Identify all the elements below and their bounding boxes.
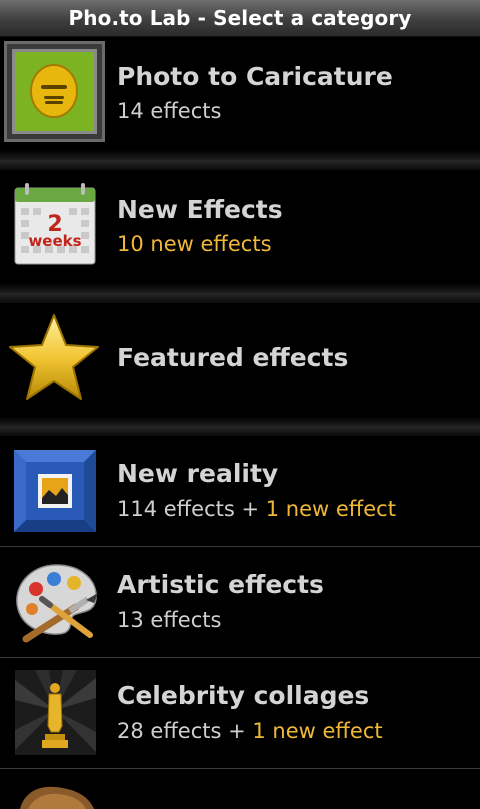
category-subtitle: 114 effects + 1 new effect <box>117 497 396 521</box>
effects-count: 14 effects <box>117 99 222 123</box>
category-celebrity-collages[interactable]: Celebrity collages 28 effects + 1 new ef… <box>0 658 480 768</box>
category-subtitle: 14 effects <box>117 99 221 123</box>
section-divider <box>0 283 480 303</box>
window-title: Pho.to Lab - Select a category <box>68 6 412 30</box>
category-artistic-effects[interactable]: Artistic effects 13 effects <box>0 547 480 657</box>
category-subtitle: 10 new effects <box>117 232 272 256</box>
effects-count: 114 effects <box>117 497 235 521</box>
category-new-reality[interactable]: New reality 114 effects + 1 new effect <box>0 436 480 546</box>
new-effects-count: 1 new effect <box>265 497 396 521</box>
title-bar: Pho.to Lab - Select a category <box>0 0 480 37</box>
category-list[interactable]: Photo to Caricature 14 effects 2 weeks N… <box>0 37 480 809</box>
category-title: New Effects <box>117 195 283 224</box>
category-featured-effects[interactable]: Featured effects <box>0 303 480 416</box>
star-icon <box>8 313 100 403</box>
picture-frame-icon <box>14 450 96 532</box>
category-partial-item[interactable] <box>0 769 480 809</box>
effects-count: 13 effects <box>117 608 222 632</box>
section-divider <box>0 150 480 170</box>
category-title: Photo to Caricature <box>117 62 393 91</box>
category-title: Celebrity collages <box>117 681 370 710</box>
caricature-face-icon <box>4 41 105 142</box>
subtitle-joiner: + <box>221 719 253 743</box>
category-new-effects[interactable]: 2 weeks New Effects 10 new effects <box>0 170 480 283</box>
partial-category-icon <box>14 779 98 809</box>
category-title: Artistic effects <box>117 570 324 599</box>
calendar-icon: 2 weeks <box>13 182 97 266</box>
category-subtitle: 13 effects <box>117 608 221 632</box>
category-subtitle: 28 effects + 1 new effect <box>117 719 383 743</box>
category-title: Featured effects <box>117 343 349 372</box>
new-effects-count: 1 new effect <box>252 719 383 743</box>
subtitle-joiner: + <box>234 497 266 521</box>
category-photo-to-caricature[interactable]: Photo to Caricature 14 effects <box>0 37 480 150</box>
new-effects-count: 10 new effects <box>117 232 272 256</box>
effects-count: 28 effects <box>117 719 222 743</box>
category-title: New reality <box>117 459 279 488</box>
calendar-unit: weeks <box>28 232 81 250</box>
palette-icon <box>12 559 100 643</box>
oscar-statue-icon <box>15 670 96 755</box>
section-divider <box>0 416 480 436</box>
